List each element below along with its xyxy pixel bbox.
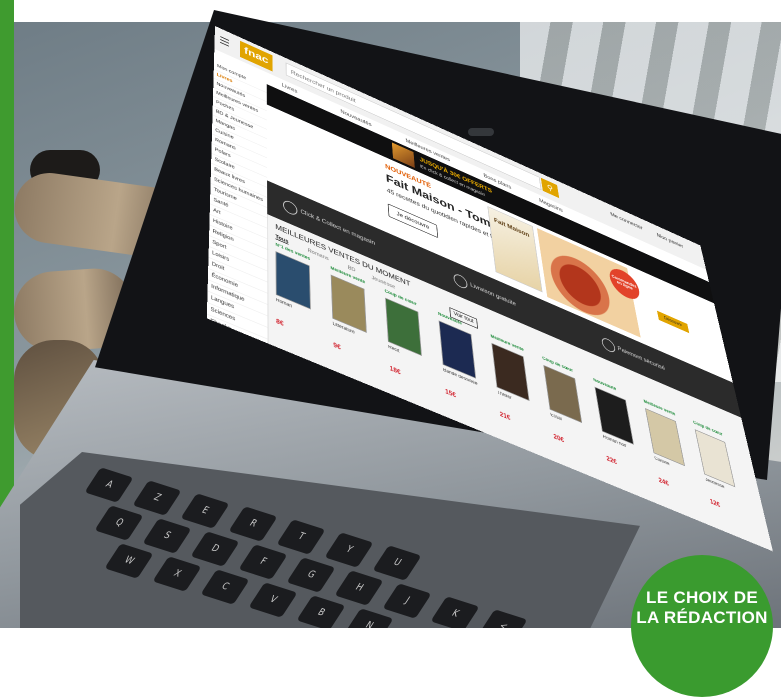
lock-icon	[601, 336, 616, 354]
book-card[interactable]: Nouveauté Bande dessinée 15€	[438, 312, 493, 433]
book-card[interactable]: Coup de cœur Récit 18€	[385, 289, 438, 410]
book-card[interactable]: N°1 des ventes Roman 8€	[275, 243, 324, 364]
editor-choice-badge: LE CHOIX DE LA RÉDACTION	[631, 555, 773, 697]
book-card[interactable]: Coup de cœur Jeunesse 12€	[693, 420, 757, 542]
shelf-tab[interactable]: BD	[348, 265, 356, 273]
sidebar-menu: Mon compte Livres Nouveautés Meilleures ven…	[207, 61, 269, 344]
store-icon	[283, 199, 297, 217]
service-item[interactable]: Livraison gratuite	[470, 281, 516, 307]
hamburger-menu-icon[interactable]: ☰	[219, 34, 234, 52]
fnac-webpage: ☰ fnac Rechercher un produit ⚲ Me connec…	[207, 26, 773, 551]
search-icon[interactable]: ⚲	[541, 178, 559, 198]
truck-icon	[453, 272, 468, 290]
book-card[interactable]: Meilleure vente Thriller 21€	[490, 334, 547, 455]
book-card[interactable]: Meilleure vente Littérature 9€	[330, 266, 381, 387]
book-card[interactable]: Coup de cœur Essai 20€	[542, 356, 601, 477]
badge-line-2: LA RÉDACTION	[631, 608, 773, 628]
badge-line-1: LE CHOIX DE	[631, 588, 773, 608]
book-card[interactable]: Nouveauté Roman noir 22€	[593, 378, 654, 499]
cart-link[interactable]: Mon panier	[656, 232, 683, 249]
book-card[interactable]: Meilleure vente Cuisine 24€	[643, 399, 706, 521]
laptop-screen: ☰ fnac Rechercher un produit ⚲ Me connec…	[0, 0, 781, 628]
